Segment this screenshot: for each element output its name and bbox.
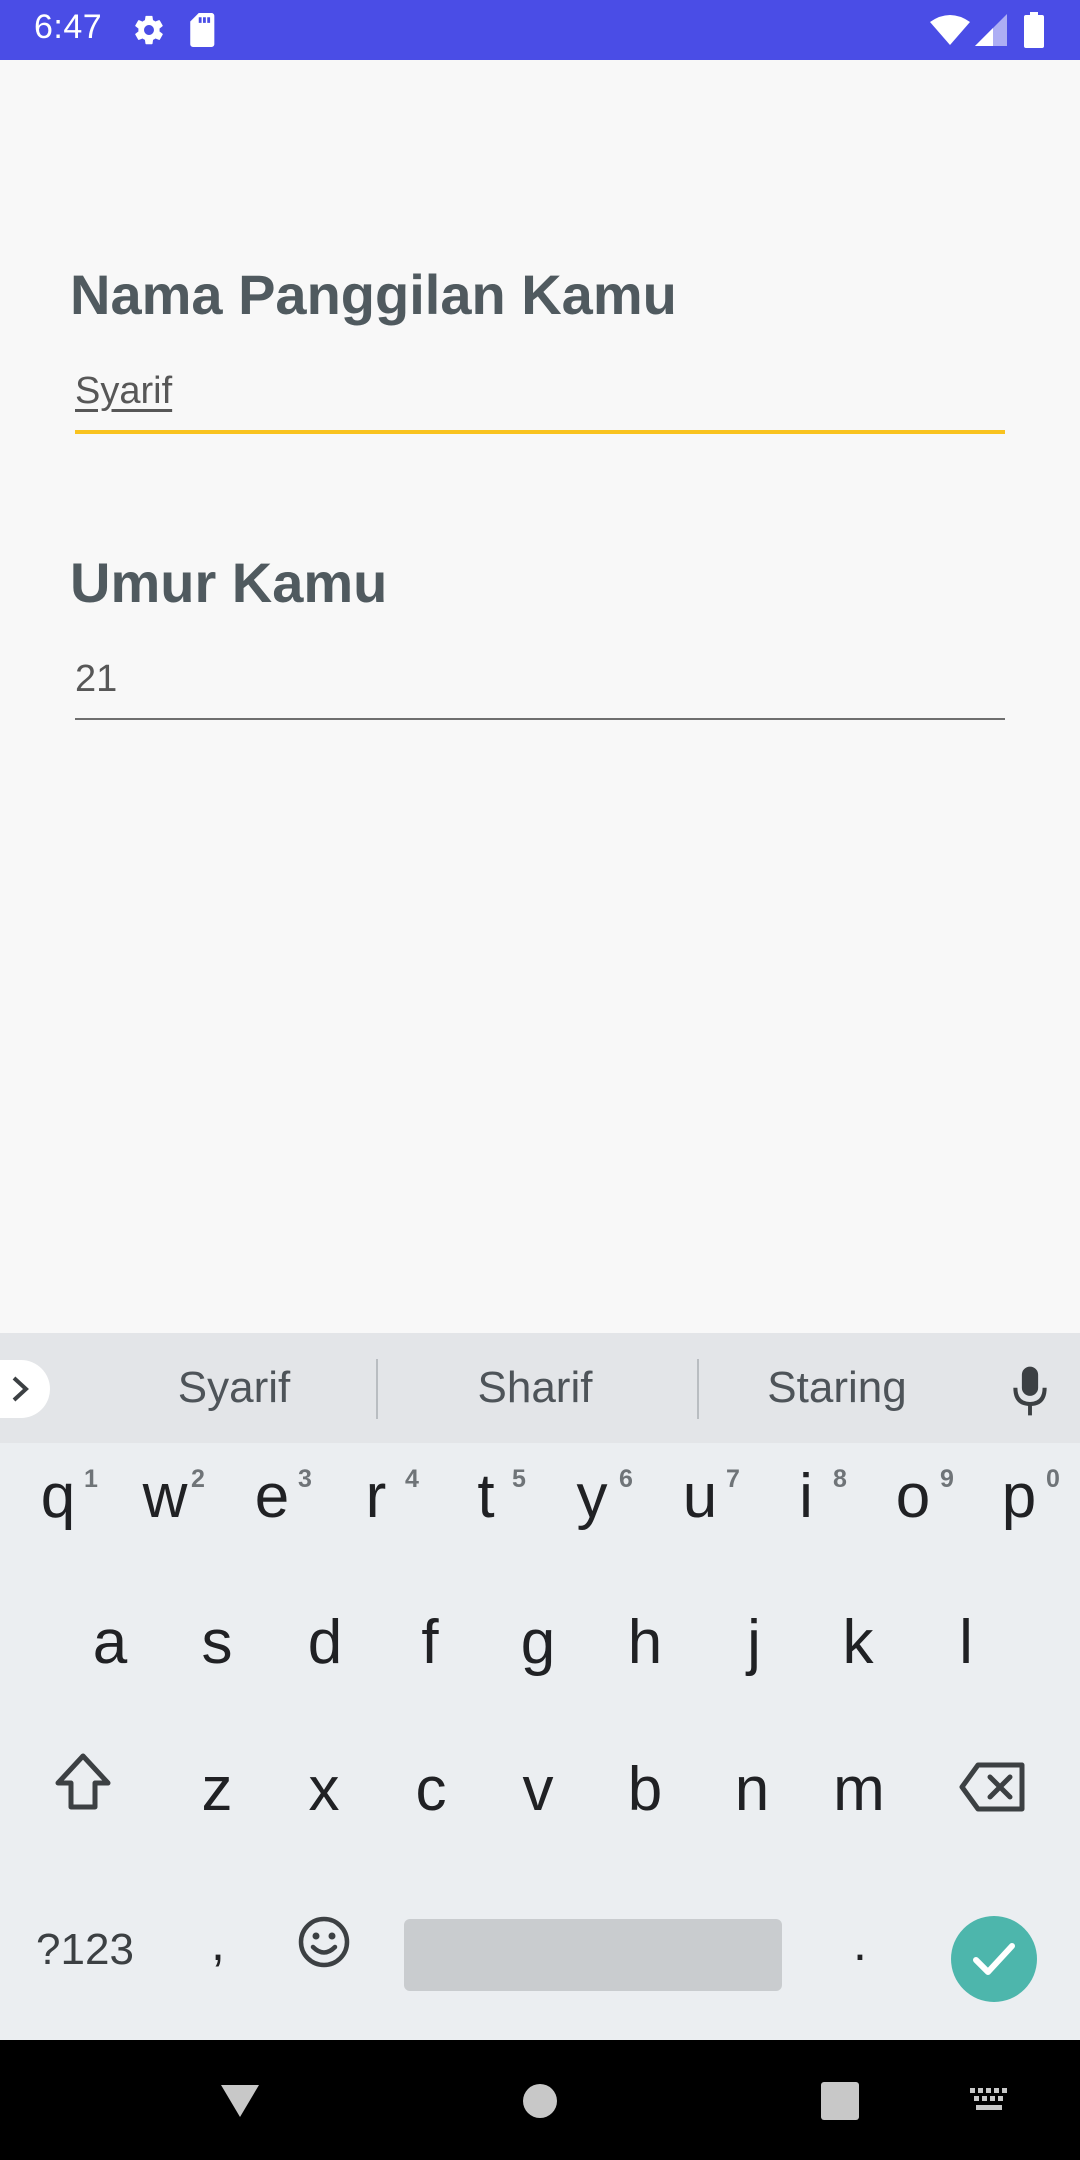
nickname-input-underline <box>75 430 1005 434</box>
key-z[interactable]: z <box>167 1750 267 1830</box>
recents-nav-icon[interactable] <box>821 2082 859 2120</box>
home-nav-icon[interactable] <box>522 2083 558 2119</box>
suggestion-divider <box>697 1359 699 1419</box>
suggestion-1[interactable]: Syarif <box>124 1363 344 1413</box>
status-time: 6:47 <box>34 8 103 46</box>
navigation-bar <box>0 2040 1080 2160</box>
backspace-icon <box>959 1762 1025 1812</box>
key-a[interactable]: a <box>60 1603 160 1683</box>
key-d[interactable]: d <box>275 1603 375 1683</box>
keyboard-switch-icon[interactable] <box>970 2088 1010 2114</box>
on-screen-keyboard: Syarif Sharif Staring q w e r t y u i o … <box>0 1333 1080 2040</box>
key-p-hint: 0 <box>1046 1465 1060 1493</box>
key-k[interactable]: k <box>808 1603 908 1683</box>
key-u-hint: 7 <box>726 1465 740 1493</box>
shift-key[interactable] <box>28 1739 138 1829</box>
key-m[interactable]: m <box>809 1750 909 1830</box>
wifi-icon <box>930 15 970 45</box>
key-c[interactable]: c <box>381 1750 481 1830</box>
spacebar[interactable] <box>404 1919 782 1991</box>
key-y-hint: 6 <box>619 1465 633 1493</box>
signal-icon <box>975 14 1007 46</box>
suggestion-2[interactable]: Sharif <box>425 1363 645 1413</box>
battery-icon <box>1024 12 1044 48</box>
key-h[interactable]: h <box>595 1603 695 1683</box>
symbols-key[interactable]: ?123 <box>20 1915 150 1985</box>
key-o-hint: 9 <box>940 1465 954 1493</box>
expand-toolbar-button[interactable] <box>0 1360 50 1418</box>
period-key[interactable]: . <box>810 1903 910 1983</box>
key-r-hint: 4 <box>405 1465 419 1493</box>
key-g[interactable]: g <box>488 1603 588 1683</box>
suggestion-3[interactable]: Staring <box>727 1363 947 1413</box>
keyboard-keys: q w e r t y u i o p 1 2 3 4 5 6 7 8 9 0 … <box>0 1443 1080 2040</box>
checkmark-icon <box>973 1943 1015 1975</box>
comma-key[interactable]: , <box>168 1903 268 1983</box>
suggestion-strip: Syarif Sharif Staring <box>0 1333 1080 1443</box>
emoji-key[interactable] <box>275 1901 375 1981</box>
backspace-key[interactable] <box>940 1743 1050 1833</box>
back-nav-icon[interactable] <box>219 2083 261 2119</box>
age-label: Umur Kamu <box>70 551 388 614</box>
microphone-icon[interactable] <box>1010 1365 1050 1417</box>
shift-arrow-icon <box>55 1753 111 1810</box>
key-b[interactable]: b <box>595 1750 695 1830</box>
key-n[interactable]: n <box>702 1750 802 1830</box>
chevron-right-icon <box>12 1376 29 1402</box>
key-x[interactable]: x <box>274 1750 374 1830</box>
age-input[interactable]: 21 <box>75 658 117 701</box>
key-s[interactable]: s <box>167 1603 267 1683</box>
status-bar: 6:47 <box>0 0 1080 60</box>
enter-key[interactable] <box>951 1916 1037 2002</box>
key-f[interactable]: f <box>380 1603 480 1683</box>
nickname-label: Nama Panggilan Kamu <box>70 263 677 326</box>
key-i-hint: 8 <box>833 1465 847 1493</box>
nickname-input[interactable]: Syarif <box>75 370 172 413</box>
key-v[interactable]: v <box>488 1750 588 1830</box>
key-t-hint: 5 <box>512 1465 526 1493</box>
emoji-icon <box>298 1916 350 1968</box>
sd-card-icon <box>190 13 215 47</box>
key-q-hint: 1 <box>84 1465 98 1493</box>
key-j[interactable]: j <box>704 1603 804 1683</box>
key-w-hint: 2 <box>191 1465 205 1493</box>
settings-icon <box>135 15 163 45</box>
key-l[interactable]: l <box>916 1603 1016 1683</box>
suggestion-divider <box>376 1359 378 1419</box>
key-e-hint: 3 <box>298 1465 312 1493</box>
age-input-underline <box>75 718 1005 720</box>
